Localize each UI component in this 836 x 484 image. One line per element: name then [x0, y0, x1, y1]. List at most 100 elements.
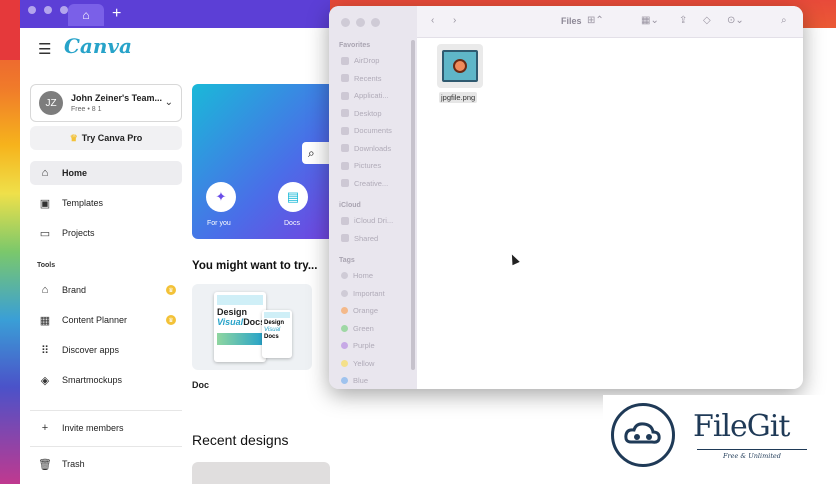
finder-sidebar-item[interactable]: iCloud Dri...: [341, 216, 393, 225]
finder-sidebar-item[interactable]: Blue: [341, 376, 368, 385]
finder-sidebar: Favorites AirDrop Recents Applicati... Deskt…: [329, 6, 417, 389]
team-switcher[interactable]: JZ John Zeiner's Team... Free • 8 1 ⌄: [30, 84, 182, 122]
sidebar-item-content-planner[interactable]: ▦ Content Planner ♛: [30, 308, 182, 332]
menu-icon[interactable]: ☰: [38, 40, 51, 58]
finder-sidebar-item[interactable]: Applicati...: [341, 91, 389, 100]
sidebar-item-trash[interactable]: 🗑 Trash: [30, 452, 182, 476]
plus-icon[interactable]: +: [112, 5, 121, 23]
finder-sidebar-item-label: Downloads: [354, 143, 392, 153]
window-controls[interactable]: [28, 6, 68, 14]
doc-preview-title: Visual: [264, 327, 281, 333]
finder-sidebar-item-label: Blue: [353, 376, 369, 385]
view-toggle-icon[interactable]: ⊞⌃: [587, 15, 604, 26]
sidebar-item-smartmockups[interactable]: ◈ Smartmockups: [30, 368, 182, 392]
finder-sidebar-item[interactable]: Documents: [341, 126, 392, 135]
finder-sidebar-item[interactable]: Desktop: [341, 109, 382, 118]
try-pro-button[interactable]: ♛ Try Canva Pro: [30, 126, 182, 150]
finder-section-heading: Tags: [339, 257, 355, 264]
sidebar-item-discover-apps[interactable]: ⠿ Discover apps: [30, 338, 182, 362]
finder-section-heading: iCloud: [339, 202, 361, 209]
recent-design-thumbnail[interactable]: [192, 462, 330, 484]
sidebar-item-label: Content Planner: [62, 315, 128, 325]
doc-preview-title: Design: [264, 320, 285, 326]
crown-icon: ♛: [166, 285, 176, 295]
finder-sidebar-item[interactable]: Shared: [341, 234, 378, 243]
invite-label: Invite members: [62, 423, 124, 433]
try-pro-label: Try Canva Pro: [81, 133, 143, 143]
tag-icon[interactable]: ◇: [703, 15, 711, 26]
tag-dot-icon: [341, 307, 348, 314]
finder-sidebar-item[interactable]: Pictures: [341, 161, 381, 170]
calendar-icon: ▦: [39, 314, 51, 327]
scrollbar[interactable]: [411, 40, 415, 370]
divider: [30, 410, 182, 411]
folder-icon: [341, 126, 349, 135]
finder-sidebar-item[interactable]: Important: [341, 289, 385, 298]
forward-icon[interactable]: ›: [453, 15, 456, 26]
docs-button[interactable]: ▤: [278, 182, 308, 212]
search-icon[interactable]: ⌕: [781, 15, 787, 26]
doc-preview-title: Docs: [264, 334, 279, 340]
share-icon[interactable]: ⇪: [679, 15, 687, 26]
finder-sidebar-item-label: Green: [353, 323, 374, 333]
doc-card-label: Doc: [192, 380, 210, 390]
sidebar-item-label: Projects: [62, 228, 95, 238]
file-name[interactable]: jpgfile.png: [439, 92, 478, 103]
finder-sidebar-item[interactable]: Green: [341, 324, 374, 333]
finder-sidebar-item-label: Shared: [354, 233, 379, 243]
home-icon: ⌂: [41, 167, 49, 179]
folder-icon: [341, 234, 349, 242]
sidebar-item-home[interactable]: ⌂ Home: [30, 161, 182, 185]
finder-toolbar: ‹ › Files ⊞⌃ ▦⌄ ⇪ ◇ ⊙⌄ ⌕: [417, 6, 803, 38]
templates-icon: ▣: [39, 197, 51, 210]
canva-logo[interactable]: Canva: [64, 34, 132, 58]
finder-sidebar-item[interactable]: Orange: [341, 306, 378, 315]
sidebar-item-projects[interactable]: ▭ Projects: [30, 221, 182, 245]
finder-sidebar-item-label: Yellow: [353, 358, 375, 368]
finder-sidebar-item[interactable]: Creative...: [341, 179, 388, 188]
sidebar-item-templates[interactable]: ▣ Templates: [30, 191, 182, 215]
file-item[interactable]: [437, 44, 483, 88]
filegit-watermark: FileGit Free & Unlimited: [603, 395, 826, 473]
finder-window: Favorites AirDrop Recents Applicati... Deskt…: [329, 6, 803, 389]
divider: [30, 446, 182, 447]
sidebar-item-label: Discover apps: [62, 345, 120, 355]
finder-sidebar-item-label: Applicati...: [354, 91, 389, 100]
doc-preview-title: Visual: [217, 317, 244, 327]
sidebar-item-label: Templates: [62, 198, 104, 208]
home-tab[interactable]: ⌂: [68, 4, 104, 26]
finder-sidebar-item[interactable]: Downloads: [341, 144, 391, 153]
browser-tab-bar: [20, 0, 330, 28]
avatar: JZ: [39, 91, 63, 115]
suggest-heading: You might want to try...: [192, 260, 318, 272]
sidebar-item-brand[interactable]: ⌂ Brand ♛: [30, 278, 182, 302]
filegit-logo-icon: [611, 403, 675, 467]
for-you-label: For you: [207, 220, 231, 227]
tag-dot-icon: [341, 359, 348, 367]
back-icon[interactable]: ‹: [431, 15, 434, 26]
trash-icon: 🗑: [38, 458, 52, 471]
finder-sidebar-item-label: AirDrop: [354, 56, 380, 65]
home-icon: ⌂: [82, 8, 90, 22]
finder-sidebar-item[interactable]: Yellow: [341, 359, 374, 368]
hero-banner: ⌕ ✦ For you ▤ Docs: [192, 84, 332, 239]
search-icon[interactable]: ⌕: [302, 142, 332, 164]
finder-sidebar-item[interactable]: Recents: [341, 74, 382, 83]
layers-icon: ◈: [40, 374, 50, 387]
tag-dot-icon: [341, 289, 348, 297]
finder-sidebar-item[interactable]: Purple: [341, 341, 375, 350]
for-you-button[interactable]: ✦: [206, 182, 236, 212]
window-controls[interactable]: [341, 18, 380, 27]
doc-template-card[interactable]: Design VisualDocs Design Visual Docs: [192, 284, 312, 370]
folder-icon: [341, 74, 349, 82]
more-icon[interactable]: ⊙⌄: [727, 15, 744, 26]
group-icon[interactable]: ▦⌄: [641, 15, 659, 26]
finder-sidebar-item[interactable]: Home: [341, 271, 373, 280]
doc-preview-title: Design: [217, 307, 248, 317]
finder-title: Files: [561, 16, 582, 26]
apps-icon: ⠿: [40, 344, 50, 357]
finder-sidebar-item[interactable]: AirDrop: [341, 56, 379, 65]
invite-members-button[interactable]: + Invite members: [30, 416, 182, 440]
doc-preview: Design VisualDocs: [214, 292, 266, 362]
folder-icon: [341, 161, 349, 170]
